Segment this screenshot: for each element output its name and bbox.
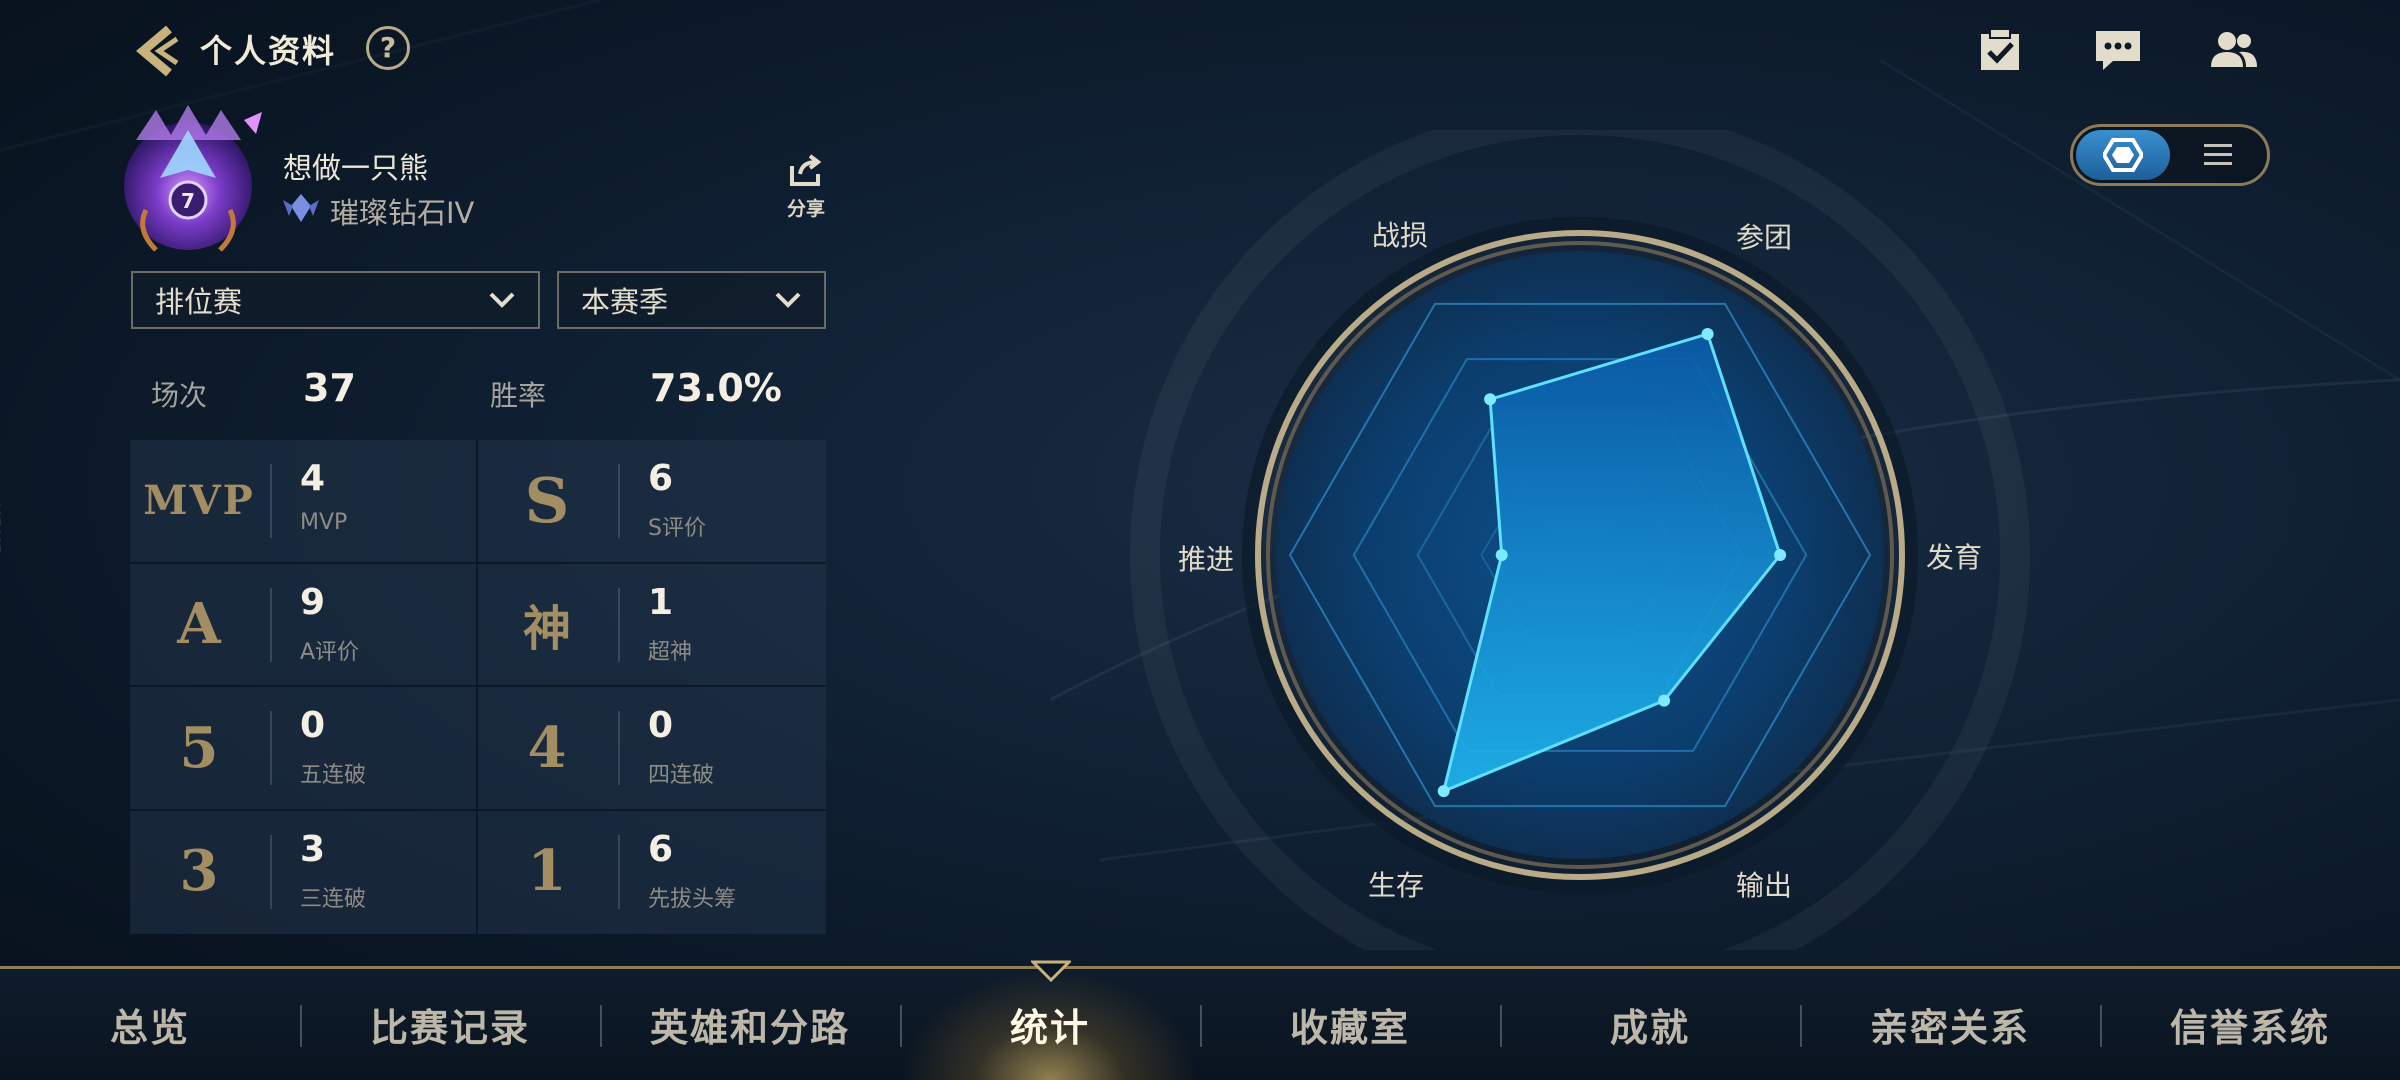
tab-match-history[interactable]: 比赛记录 [300,969,600,1080]
matches-label: 场次 [151,379,208,412]
triple-kill-icon: 3 [179,838,219,904]
radar-point [1658,694,1671,707]
stat-label: A评价 [300,639,360,665]
winrate-label: 胜率 [490,379,547,412]
first-blood-icon: 1 [527,838,567,904]
tab-relationships[interactable]: 亲密关系 [1800,969,2100,1080]
tab-heroes-lanes[interactable]: 英雄和分路 [600,969,900,1080]
tab-collection[interactable]: 收藏室 [1200,969,1500,1080]
radar-view-button[interactable] [2076,130,2170,180]
axis-label-teamfight: 参团 [1736,221,1793,254]
stat-label: S评价 [648,516,706,541]
help-button[interactable]: ? [366,26,410,70]
friends-button[interactable] [2206,22,2262,78]
s-rating-icon: S [524,464,570,537]
matches-value: 37 [303,366,356,410]
stats-grid: MVP 4 MVP S 6 S评价 A 9 A评价 神 1 超神 5 0 五连破… [130,440,826,934]
stat-value: 6 [648,458,674,499]
axis-label-damage: 输出 [1736,869,1793,902]
task-checklist-button[interactable] [1972,22,2028,78]
quadra-kill-icon: 4 [527,714,567,781]
stat-label: 四连破 [648,763,715,788]
stat-value: 1 [648,581,674,623]
axis-label-damage-taken: 战损 [1372,219,1429,252]
stat-value: 0 [300,705,326,746]
rank-name: 璀璨钻石IV [330,196,475,230]
axis-label-push: 推进 [1178,543,1235,576]
season-dropdown[interactable]: 本赛季 [557,271,826,329]
chevron-down-icon [489,292,515,308]
stat-cell-quadra-kill: 4 0 四连破 [478,687,826,811]
rank-frame-image: 7 [124,105,262,252]
mvp-icon: MVP [143,477,255,524]
view-toggle[interactable] [2070,124,2270,186]
stat-cell-penta-kill: 5 0 五连破 [130,687,478,811]
active-tab-caret-icon [1031,960,1071,983]
radar-chart: 发育 参团 战损 推进 生存 输出 [1100,105,2060,1005]
chat-button[interactable] [2090,22,2146,78]
chevron-down-icon [775,292,801,308]
back-arrow-icon [136,25,179,77]
stat-label: 三连破 [300,886,367,912]
checklist-icon [1981,28,2019,70]
tab-credit-system[interactable]: 信誉系统 [2100,969,2400,1080]
stat-cell-s-rating: S 6 S评价 [478,440,826,564]
tab-achievements[interactable]: 成就 [1500,969,1800,1080]
rank-emblem-icon [281,190,321,226]
stat-label: MVP [300,510,348,535]
stat-cell-godlike: 神 1 超神 [478,564,826,687]
tab-statistics[interactable]: 统计 [900,969,1200,1080]
mode-dropdown[interactable]: 排位赛 [131,271,540,329]
radar-point [1701,327,1714,340]
stat-value: 0 [648,705,674,746]
stat-label: 五连破 [300,763,367,788]
list-icon [2204,144,2232,165]
stat-value: 4 [300,458,326,499]
stat-cell-first-blood: 1 6 先拔头筹 [478,811,826,935]
player-name: 想做一只熊 [283,151,429,185]
chat-icon [2096,31,2140,70]
page-title: 个人资料 [200,32,337,70]
hexagon-icon [2103,138,2143,172]
share-icon [790,154,822,186]
radar-point [1484,393,1497,406]
side-code: 417627 [0,500,2,554]
radar-svg [1130,105,2030,1005]
season-dropdown-value: 本赛季 [581,285,669,319]
bottom-tab-bar: 总览 比赛记录 英雄和分路 统计 收藏室 成就 亲密关系 信誉系统 [0,966,2400,1080]
godlike-icon: 神 [522,601,571,657]
svg-text:7: 7 [181,189,195,213]
axis-label-survival: 生存 [1368,869,1425,902]
tab-overview[interactable]: 总览 [0,969,300,1080]
stat-cell-triple-kill: 3 3 三连破 [130,810,478,934]
a-rating-icon: A [177,591,221,657]
stat-value: 3 [300,828,326,870]
list-view-button[interactable] [2171,130,2265,180]
radar-point [1437,785,1450,798]
player-avatar[interactable]: 7 [116,100,266,258]
back-button[interactable] [126,20,188,82]
stat-cell-mvp: MVP 4 MVP [130,440,478,564]
share-button[interactable]: 分享 [778,152,834,226]
stat-value: 6 [648,828,674,870]
friends-icon [2211,32,2257,67]
stat-label: 先拔头筹 [648,886,737,912]
radar-point [1495,549,1508,561]
stat-label: 超神 [648,639,693,665]
mode-dropdown-value: 排位赛 [155,285,243,319]
winrate-value: 73.0% [650,366,782,410]
share-label: 分享 [786,198,825,220]
axis-label-growth: 发育 [1926,541,1983,574]
radar-point [1774,549,1787,561]
stat-cell-a-rating: A 9 A评价 [130,563,478,687]
penta-kill-icon: 5 [179,714,219,781]
stat-value: 9 [300,581,326,623]
